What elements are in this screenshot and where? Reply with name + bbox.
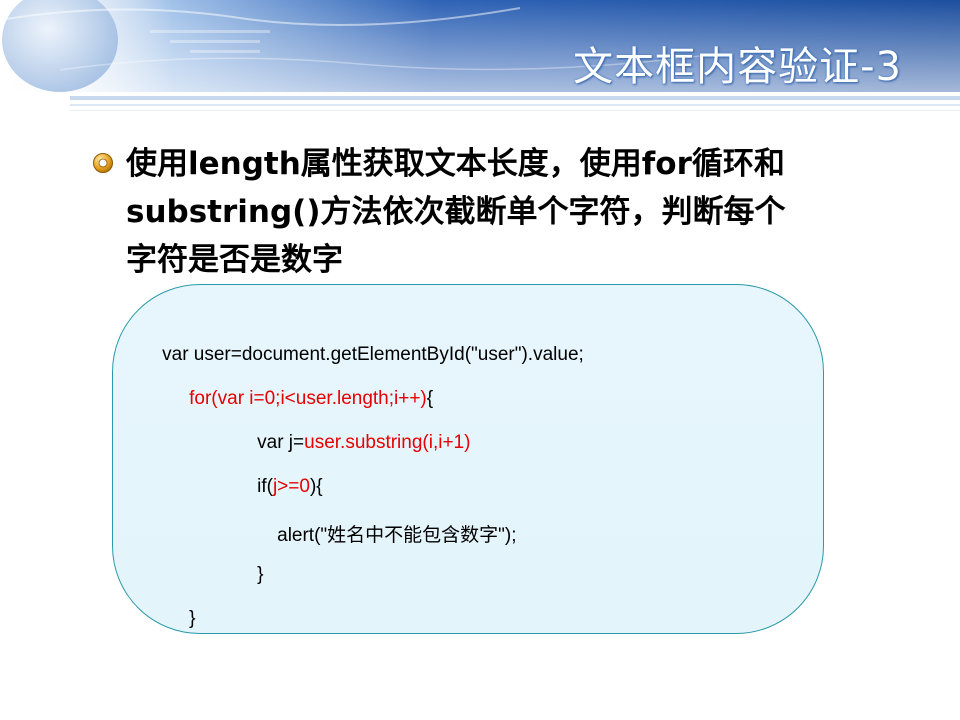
gold-ring-bullet-icon	[93, 153, 113, 173]
slide-header: 文本框内容验证-3	[0, 0, 960, 118]
code-text: }	[257, 564, 264, 585]
code-text: }	[189, 608, 196, 629]
bullet-line: 使用length属性获取文本长度，使用for循环和	[126, 146, 785, 182]
slide-title: 文本框内容验证-3	[573, 44, 902, 90]
code-highlight: j>=0	[272, 476, 310, 497]
code-text: var user=document.getElementById("user")…	[162, 344, 584, 365]
bullet-line: 字符是否是数字	[126, 242, 343, 278]
code-box: var user=document.getElementById("user")…	[112, 284, 824, 634]
code-line: alert("姓名中不能包含数字");	[256, 498, 517, 569]
code-text: var j=	[257, 432, 305, 453]
code-text: if(	[257, 476, 273, 497]
code-text: {	[426, 388, 434, 409]
code-highlight: user.substring(i,i+1)	[304, 432, 471, 453]
code-highlight: for(var i=0;i<user.length;i++)	[189, 388, 427, 409]
code-line: }	[236, 542, 263, 608]
code-line: }	[168, 586, 195, 652]
bullet-line: substring()方法依次截断单个字符，判断每个	[126, 194, 786, 230]
code-text: alert("姓名中不能包含数字");	[277, 525, 517, 546]
code-text: ){	[309, 476, 323, 497]
bullet-text: 使用length属性获取文本长度，使用for循环和 substring()方法依…	[126, 140, 886, 284]
